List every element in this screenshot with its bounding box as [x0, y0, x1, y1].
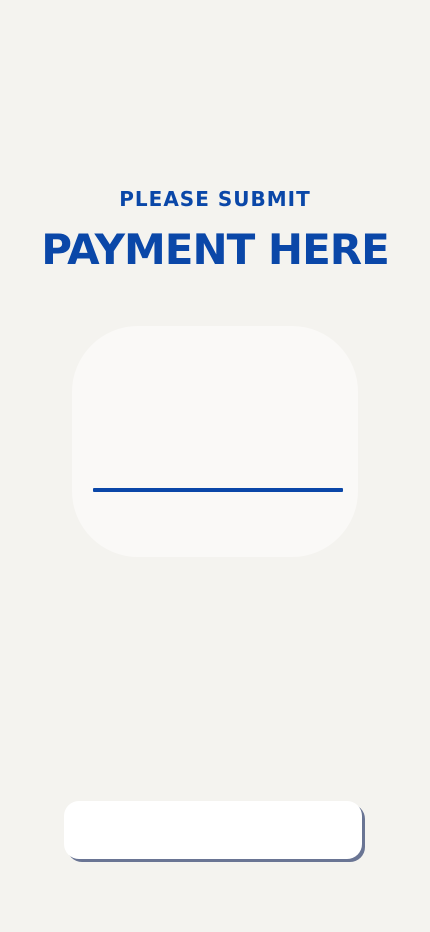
payment-input-underline[interactable]	[93, 488, 343, 492]
submit-button[interactable]	[64, 801, 362, 859]
payment-screen: PLEASE SUBMIT PAYMENT HERE	[0, 0, 430, 932]
subtitle-text: PLEASE SUBMIT	[119, 187, 311, 211]
payment-card[interactable]	[72, 326, 358, 557]
page-title: PAYMENT HERE	[41, 225, 390, 274]
